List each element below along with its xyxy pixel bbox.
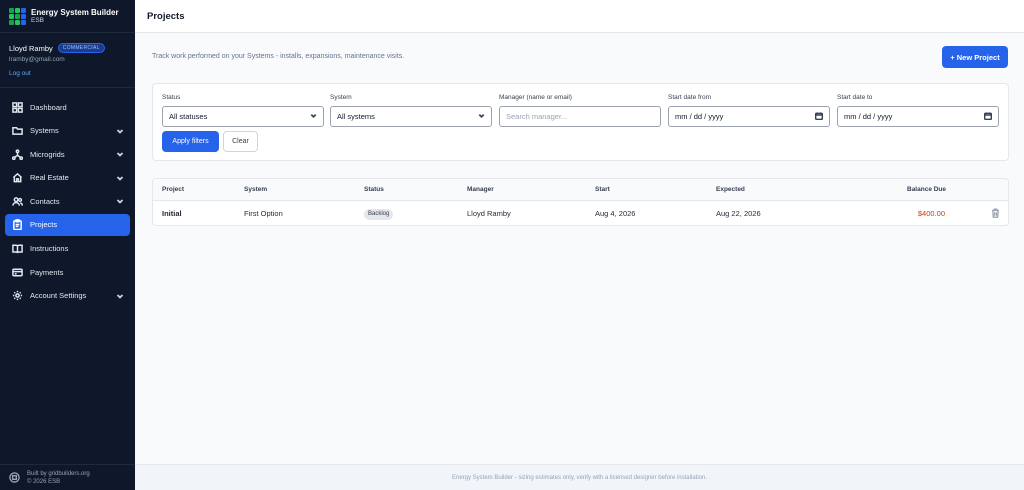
sidebar-nav: Dashboard Systems Microgrids Real Estate… xyxy=(0,88,135,307)
column-header-start[interactable]: Start xyxy=(595,179,610,201)
start-date-from-label: Start date from xyxy=(668,94,711,101)
manager-search-input[interactable]: Search manager... xyxy=(499,106,661,127)
gridbuilders-logo-icon xyxy=(9,472,20,483)
built-by-text: Built by gridbuilders.org xyxy=(27,470,90,477)
project-manager: Lloyd Ramby xyxy=(467,209,511,218)
table-row[interactable]: Initial First Option Backlog Lloyd Ramby… xyxy=(153,201,1008,225)
user-name: Lloyd Ramby xyxy=(9,43,53,53)
trash-icon[interactable] xyxy=(991,208,1000,218)
manager-filter: Manager (name or email) Search manager..… xyxy=(499,94,661,127)
sidebar-item-label: Systems xyxy=(30,126,59,136)
start-date-to-label: Start date to xyxy=(837,94,873,101)
clipboard-icon xyxy=(11,219,23,231)
project-name[interactable]: Initial xyxy=(162,201,182,225)
project-start-date: Aug 4, 2026 xyxy=(595,209,636,218)
apply-filters-button[interactable]: Apply filters xyxy=(162,131,219,152)
page-intro: Track work performed on your Systems - i… xyxy=(152,53,405,60)
table-header: Project System Status Manager Start Expe… xyxy=(153,179,1008,201)
network-icon xyxy=(11,148,23,160)
sidebar-item-label: Dashboard xyxy=(30,102,67,112)
system-filter: System All systems xyxy=(330,94,492,127)
book-icon xyxy=(11,243,23,255)
start-date-from-input[interactable]: mm / dd / yyyy xyxy=(668,106,830,127)
chevron-down-icon[interactable] xyxy=(116,150,124,158)
sidebar-item-systems[interactable]: Systems xyxy=(5,120,130,142)
sidebar-item-payments[interactable]: Payments xyxy=(5,261,130,283)
chevron-down-icon[interactable] xyxy=(116,174,124,182)
column-header-project[interactable]: Project xyxy=(162,179,184,201)
clear-filters-button[interactable]: Clear xyxy=(223,131,258,152)
status-select-value: All statuses xyxy=(169,112,208,121)
column-header-system[interactable]: System xyxy=(244,179,267,201)
calendar-icon[interactable] xyxy=(814,112,823,122)
sidebar: Energy System Builder ESB Lloyd Ramby CO… xyxy=(0,0,135,490)
grid-icon xyxy=(11,101,23,113)
users-icon xyxy=(11,195,23,207)
system-select-value: All systems xyxy=(337,112,375,121)
status-select[interactable]: All statuses xyxy=(162,106,324,127)
project-expected-date: Aug 22, 2026 xyxy=(716,209,761,218)
chevron-down-icon[interactable] xyxy=(116,292,124,300)
sidebar-item-label: Payments xyxy=(30,267,64,277)
sidebar-item-label: Instructions xyxy=(30,244,69,254)
sidebar-footer: Built by gridbuilders.org © 2026 ESB xyxy=(0,464,135,490)
folder-icon xyxy=(11,125,23,137)
plan-badge: COMMERCIAL xyxy=(57,43,105,53)
start-date-to-input[interactable]: mm / dd / yyyy xyxy=(837,106,999,127)
manager-filter-label: Manager (name or email) xyxy=(499,94,572,101)
top-bar: Projects xyxy=(135,0,1024,33)
sidebar-item-label: Microgrids xyxy=(30,149,65,159)
status-filter: Status All statuses xyxy=(162,94,324,127)
brand-logo-icon xyxy=(9,7,26,25)
start-date-from-filter: Start date from mm / dd / yyyy xyxy=(668,94,830,127)
sidebar-item-projects[interactable]: Projects xyxy=(5,213,130,236)
sidebar-item-label: Contacts xyxy=(30,196,60,206)
user-email: lramby@gmail.com xyxy=(9,56,65,63)
page-title: Projects xyxy=(147,10,185,22)
sidebar-item-microgrids[interactable]: Microgrids xyxy=(5,143,130,165)
sidebar-item-label: Account Settings xyxy=(30,291,87,301)
manager-search-placeholder: Search manager... xyxy=(506,112,568,121)
projects-table: Project System Status Manager Start Expe… xyxy=(152,178,1009,226)
calendar-icon[interactable] xyxy=(983,112,992,122)
project-balance-due: $400.00 xyxy=(917,209,945,218)
new-project-button[interactable]: + New Project xyxy=(942,46,1008,68)
brand-title: Energy System Builder xyxy=(31,7,119,17)
project-status: Backlog xyxy=(364,201,394,225)
card-icon xyxy=(11,266,23,278)
system-filter-label: System xyxy=(330,94,352,101)
column-header-manager[interactable]: Manager xyxy=(467,179,494,201)
main-content: Projects Track work performed on your Sy… xyxy=(135,0,1024,490)
start-date-to-value: mm / dd / yyyy xyxy=(844,112,893,121)
sidebar-item-label: Real Estate xyxy=(30,173,69,183)
sidebar-item-label: Projects xyxy=(30,220,58,230)
column-header-expected[interactable]: Expected xyxy=(716,179,745,201)
start-date-from-value: mm / dd / yyyy xyxy=(675,112,724,121)
system-select[interactable]: All systems xyxy=(330,106,492,127)
user-panel: Lloyd Ramby COMMERCIAL lramby@gmail.com … xyxy=(0,33,135,87)
chevron-down-icon[interactable] xyxy=(116,127,124,135)
column-header-status[interactable]: Status xyxy=(364,179,384,201)
brand-subtitle: ESB xyxy=(31,16,45,24)
page-footer: Energy System Builder - sizing estimates… xyxy=(135,464,1024,490)
sidebar-item-dashboard[interactable]: Dashboard xyxy=(5,96,130,118)
chevron-down-icon[interactable] xyxy=(116,197,124,205)
chevron-down-icon xyxy=(310,112,317,121)
home-icon xyxy=(11,172,23,184)
project-system: First Option xyxy=(244,209,283,218)
gear-icon xyxy=(11,290,23,302)
sidebar-item-real-estate[interactable]: Real Estate xyxy=(5,167,130,189)
sidebar-item-instructions[interactable]: Instructions xyxy=(5,238,130,260)
filters-panel: Status All statuses System All systems M… xyxy=(152,83,1009,161)
status-badge: Backlog xyxy=(364,208,394,220)
status-filter-label: Status xyxy=(162,94,181,101)
brand[interactable]: Energy System Builder ESB xyxy=(0,0,135,32)
start-date-to-filter: Start date to mm / dd / yyyy xyxy=(837,94,999,127)
sidebar-item-contacts[interactable]: Contacts xyxy=(5,190,130,212)
chevron-down-icon xyxy=(478,112,485,121)
logout-link[interactable]: Log out xyxy=(9,70,31,77)
sidebar-item-account-settings[interactable]: Account Settings xyxy=(5,285,130,307)
column-header-balance-due[interactable]: Balance Due xyxy=(907,179,946,201)
copyright-text: © 2026 ESB xyxy=(27,478,61,485)
